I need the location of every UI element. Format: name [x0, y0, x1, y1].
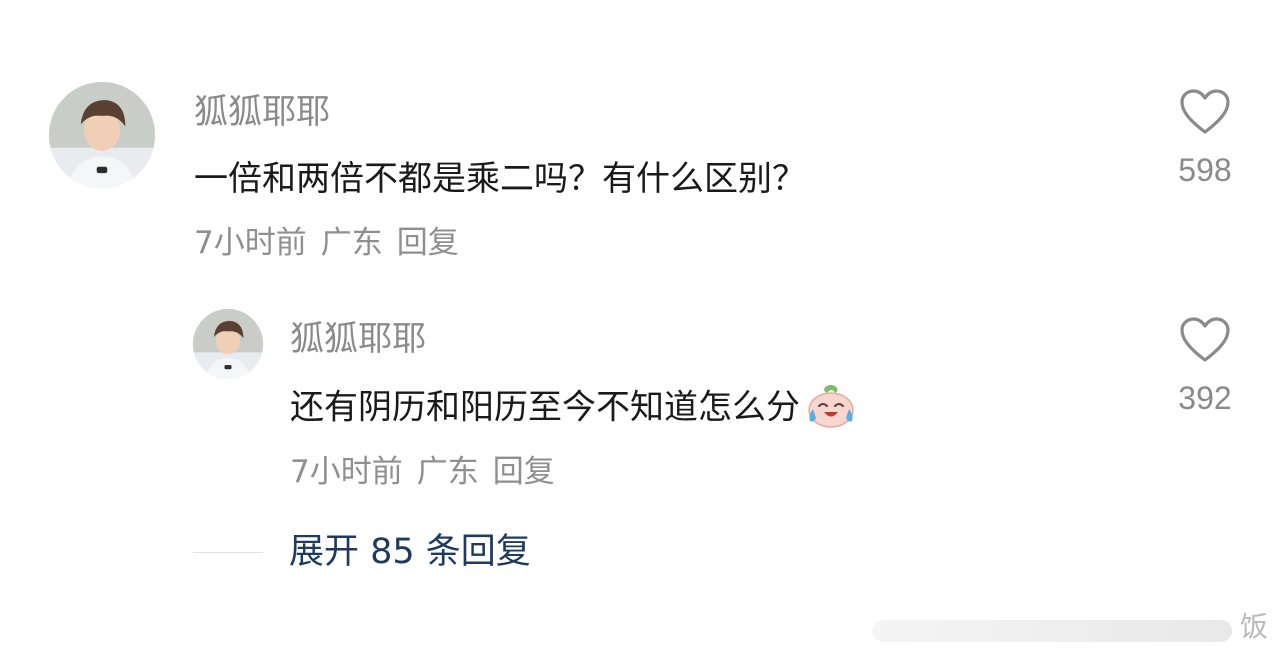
reply-time: 7小时前: [290, 454, 403, 490]
comment-like-button[interactable]: 598: [1165, 88, 1245, 186]
avatar-image: [49, 82, 155, 188]
watermark-bar: [872, 620, 1232, 642]
reply-username[interactable]: 狐狐耶耶: [290, 322, 426, 356]
heart-icon: [1180, 89, 1230, 134]
reply-location: 广东: [416, 454, 479, 490]
avatar-image: [193, 309, 263, 379]
expand-divider: [193, 552, 263, 553]
reply-like-button[interactable]: 392: [1165, 316, 1245, 414]
comment-time: 7小时前: [194, 225, 307, 261]
reply-like-count: 392: [1178, 380, 1232, 416]
reply-meta: 7小时前 广东 回复: [290, 457, 569, 488]
comment-meta: 7小时前 广东 回复: [194, 228, 473, 259]
comment-location: 广东: [320, 225, 383, 261]
comment-like-count: 598: [1178, 152, 1232, 188]
comment-username[interactable]: 狐狐耶耶: [194, 95, 330, 129]
watermark-text: 饭: [1240, 610, 1269, 643]
crying-laughing-emoji-icon: [804, 383, 858, 435]
comment-reply-button[interactable]: 回复: [397, 225, 459, 261]
comment-text: 一倍和两倍不都是乘二吗？有什么区别？: [194, 159, 806, 199]
expand-replies-button[interactable]: 展开 85 条回复: [289, 535, 531, 570]
reply-avatar[interactable]: [193, 309, 263, 379]
comment-avatar[interactable]: [49, 82, 155, 188]
reply-text: 还有阴历和阳历至今不知道怎么分: [290, 387, 800, 428]
reply-text-row: 还有阴历和阳历至今不知道怎么分: [290, 383, 858, 435]
heart-icon: [1180, 317, 1230, 362]
reply-reply-button[interactable]: 回复: [493, 454, 555, 490]
